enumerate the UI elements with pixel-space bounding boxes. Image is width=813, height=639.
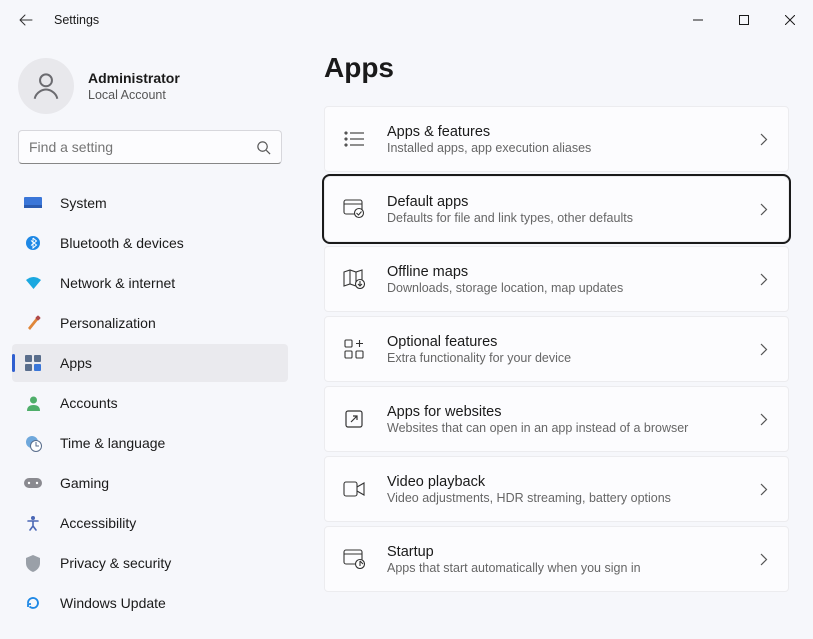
main-panel: Apps Apps & features Installed apps, app… xyxy=(300,40,813,639)
chevron-right-icon xyxy=(760,553,768,566)
sidebar-nav: System Bluetooth & devices Network & int… xyxy=(4,176,296,622)
card-startup[interactable]: Startup Apps that start automatically wh… xyxy=(324,526,789,592)
paintbrush-icon xyxy=(24,314,42,332)
card-subtitle: Extra functionality for your device xyxy=(387,351,738,365)
gamepad-icon xyxy=(24,474,42,492)
sidebar-item-accessibility[interactable]: Accessibility xyxy=(12,504,288,542)
card-title: Startup xyxy=(387,544,738,560)
wifi-icon xyxy=(24,274,42,292)
window-title: Settings xyxy=(54,13,99,27)
minimize-button[interactable] xyxy=(675,4,721,36)
close-icon xyxy=(785,15,795,25)
apps-icon xyxy=(24,354,42,372)
sidebar: Administrator Local Account System Bluet… xyxy=(0,40,300,639)
sidebar-item-label: Accessibility xyxy=(60,515,136,531)
sidebar-item-label: Apps xyxy=(60,355,92,371)
card-subtitle: Installed apps, app execution aliases xyxy=(387,141,738,155)
sidebar-item-windows-update[interactable]: Windows Update xyxy=(12,584,288,622)
sidebar-item-time-language[interactable]: Time & language xyxy=(12,424,288,462)
map-download-icon xyxy=(343,268,365,290)
card-title: Optional features xyxy=(387,334,738,350)
card-title: Offline maps xyxy=(387,264,738,280)
sidebar-item-network[interactable]: Network & internet xyxy=(12,264,288,302)
cards-list: Apps & features Installed apps, app exec… xyxy=(324,106,789,592)
card-default-apps[interactable]: Default apps Defaults for file and link … xyxy=(324,176,789,242)
card-subtitle: Downloads, storage location, map updates xyxy=(387,281,738,295)
avatar xyxy=(18,58,74,114)
card-title: Apps for websites xyxy=(387,404,738,420)
profile-account-type: Local Account xyxy=(88,88,180,102)
card-subtitle: Video adjustments, HDR streaming, batter… xyxy=(387,491,738,505)
maximize-icon xyxy=(739,15,749,25)
sidebar-item-label: Windows Update xyxy=(60,595,166,611)
list-icon xyxy=(343,128,365,150)
video-icon xyxy=(343,478,365,500)
clock-globe-icon xyxy=(24,434,42,452)
update-icon xyxy=(24,594,42,612)
card-subtitle: Defaults for file and link types, other … xyxy=(387,211,738,225)
title-bar: Settings xyxy=(0,0,813,40)
chevron-right-icon xyxy=(760,413,768,426)
sidebar-item-label: Privacy & security xyxy=(60,555,171,571)
profile-block[interactable]: Administrator Local Account xyxy=(4,48,296,130)
sidebar-item-label: Accounts xyxy=(60,395,118,411)
maximize-button[interactable] xyxy=(721,4,767,36)
chevron-right-icon xyxy=(760,133,768,146)
sidebar-item-personalization[interactable]: Personalization xyxy=(12,304,288,342)
system-icon xyxy=(24,194,42,212)
person-solid-icon xyxy=(24,394,42,412)
sidebar-item-label: System xyxy=(60,195,107,211)
card-video-playback[interactable]: Video playback Video adjustments, HDR st… xyxy=(324,456,789,522)
chevron-right-icon xyxy=(760,483,768,496)
bluetooth-icon xyxy=(24,234,42,252)
card-subtitle: Websites that can open in an app instead… xyxy=(387,421,738,435)
sidebar-item-apps[interactable]: Apps xyxy=(12,344,288,382)
minimize-icon xyxy=(693,15,703,25)
search-input[interactable] xyxy=(29,139,256,155)
card-subtitle: Apps that start automatically when you s… xyxy=(387,561,738,575)
card-offline-maps[interactable]: Offline maps Downloads, storage location… xyxy=(324,246,789,312)
card-title: Apps & features xyxy=(387,124,738,140)
open-external-icon xyxy=(343,408,365,430)
search-box[interactable] xyxy=(18,130,282,164)
window-controls xyxy=(675,4,813,36)
sidebar-item-label: Bluetooth & devices xyxy=(60,235,184,251)
profile-name: Administrator xyxy=(88,70,180,86)
apps-plus-icon xyxy=(343,338,365,360)
startup-icon xyxy=(343,548,365,570)
arrow-left-icon xyxy=(18,12,34,28)
sidebar-item-accounts[interactable]: Accounts xyxy=(12,384,288,422)
sidebar-item-privacy[interactable]: Privacy & security xyxy=(12,544,288,582)
accessibility-icon xyxy=(24,514,42,532)
sidebar-item-bluetooth[interactable]: Bluetooth & devices xyxy=(12,224,288,262)
card-optional-features[interactable]: Optional features Extra functionality fo… xyxy=(324,316,789,382)
sidebar-item-system[interactable]: System xyxy=(12,184,288,222)
close-button[interactable] xyxy=(767,4,813,36)
card-apps-for-websites[interactable]: Apps for websites Websites that can open… xyxy=(324,386,789,452)
card-title: Default apps xyxy=(387,194,738,210)
card-apps-features[interactable]: Apps & features Installed apps, app exec… xyxy=(324,106,789,172)
sidebar-item-label: Personalization xyxy=(60,315,156,331)
card-title: Video playback xyxy=(387,474,738,490)
shield-icon xyxy=(24,554,42,572)
chevron-right-icon xyxy=(760,343,768,356)
chevron-right-icon xyxy=(760,203,768,216)
sidebar-item-gaming[interactable]: Gaming xyxy=(12,464,288,502)
back-button[interactable] xyxy=(8,2,44,38)
page-title: Apps xyxy=(324,52,789,84)
sidebar-item-label: Time & language xyxy=(60,435,165,451)
search-icon xyxy=(256,140,271,155)
person-icon xyxy=(29,69,63,103)
default-apps-icon xyxy=(343,198,365,220)
sidebar-item-label: Network & internet xyxy=(60,275,175,291)
sidebar-item-label: Gaming xyxy=(60,475,109,491)
chevron-right-icon xyxy=(760,273,768,286)
